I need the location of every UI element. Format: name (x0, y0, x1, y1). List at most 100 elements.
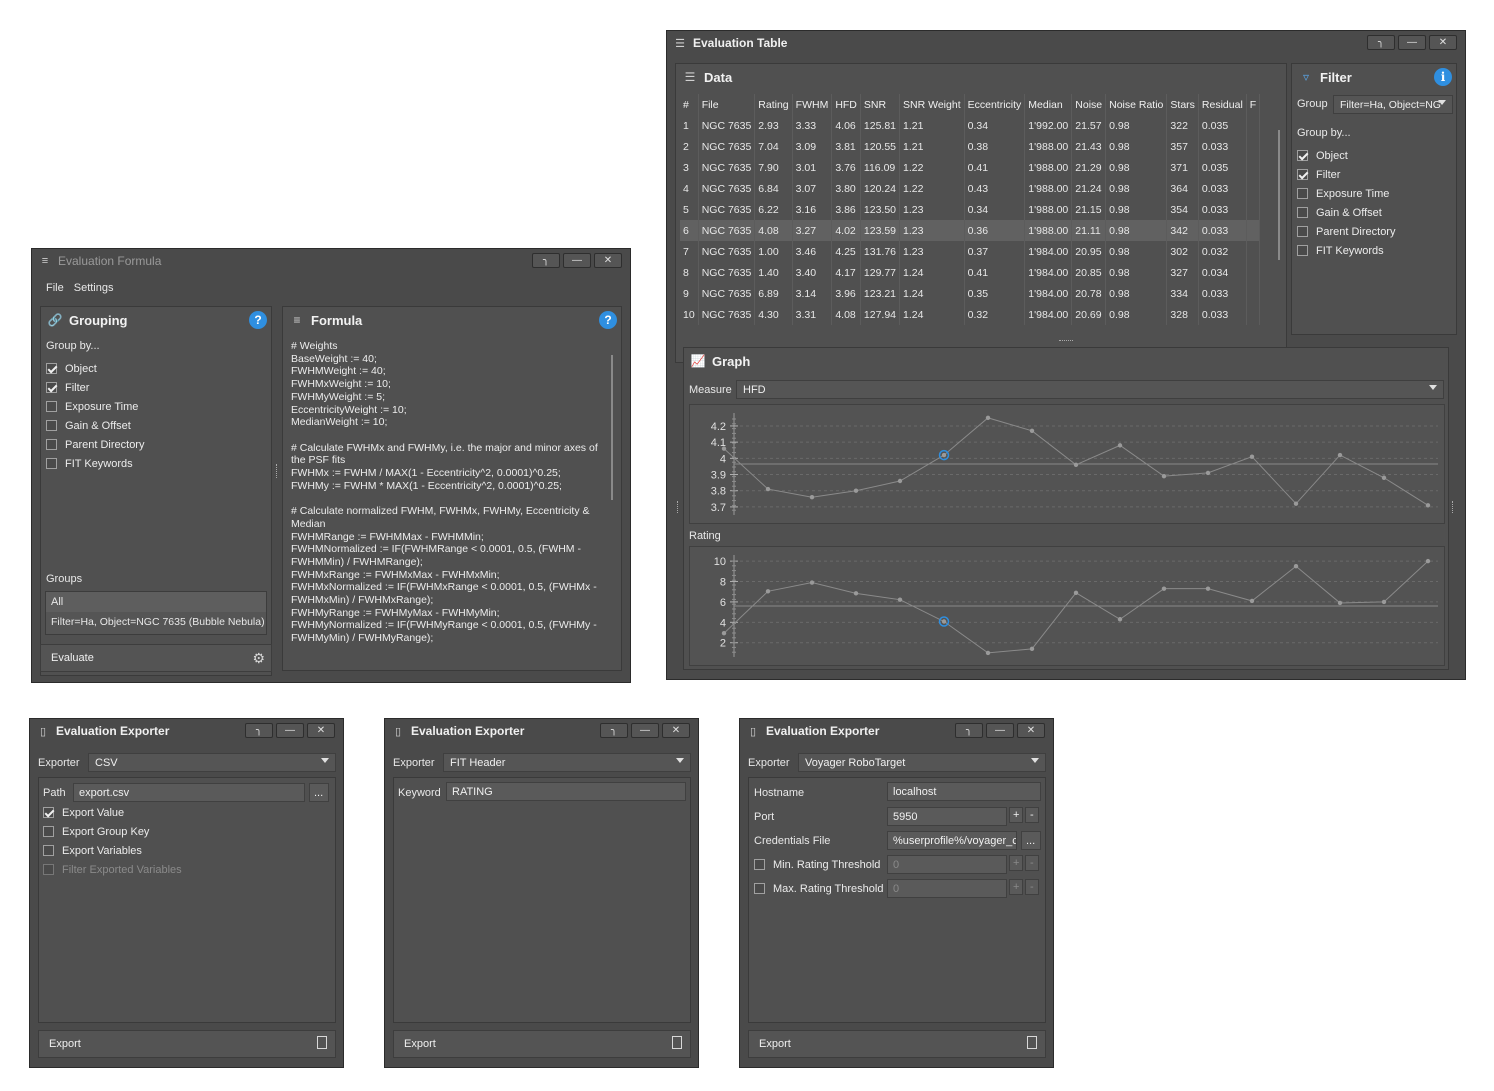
close-button[interactable]: ✕ (1429, 35, 1457, 50)
table-row[interactable]: 9 NGC 7635 6.89 3.14 3.96 123.21 1.24 0.35 1'984… (680, 283, 1261, 304)
table-row[interactable]: 8 NGC 7635 1.40 3.40 4.17 129.77 1.24 0.41 1'984… (680, 262, 1261, 283)
hfd-chart[interactable]: 3.73.83.944.14.2 (690, 405, 1444, 523)
browse-button[interactable]: ... (1021, 831, 1041, 850)
pin-button[interactable]: ╮ (955, 723, 983, 738)
rating-chart[interactable]: 2 4 6 8 10 (690, 547, 1444, 665)
column-header[interactable]: Eccentricity (964, 94, 1026, 115)
close-button[interactable]: ✕ (307, 723, 335, 738)
option-gain-offset[interactable]: Gain & Offset (46, 416, 144, 435)
exporter-select[interactable]: FIT Header (443, 753, 691, 772)
exporter-titlebar[interactable]: ▯ Evaluation Exporter ╮ — ✕ (740, 719, 1053, 743)
checkbox[interactable] (43, 845, 54, 856)
checkbox[interactable] (754, 859, 765, 870)
export-button[interactable]: Export (748, 1030, 1046, 1058)
checkbox[interactable] (43, 826, 54, 837)
option-filter[interactable]: Filter (1297, 165, 1395, 184)
exporter-titlebar[interactable]: ▯ Evaluation Exporter ╮ — ✕ (385, 719, 698, 743)
splitter-handle-left[interactable] (677, 501, 680, 513)
option-exposure-time[interactable]: Exposure Time (1297, 184, 1395, 203)
close-button[interactable]: ✕ (1017, 723, 1045, 738)
pin-button[interactable]: ╮ (532, 253, 560, 268)
option-object[interactable]: Object (46, 359, 144, 378)
checkbox[interactable] (1297, 226, 1308, 237)
table-row[interactable]: 1 NGC 7635 2.93 3.33 4.06 125.81 1.21 0.34 1'992… (680, 115, 1261, 136)
credentials-input[interactable]: %userprofile%/voyager_c (887, 831, 1017, 850)
table-row[interactable]: 2 NGC 7635 7.04 3.09 3.81 120.55 1.21 0.38 1'988… (680, 136, 1261, 157)
table-row[interactable]: 7 NGC 7635 1.00 3.46 4.25 131.76 1.23 0.37 1'984… (680, 241, 1261, 262)
minimize-button[interactable]: — (563, 253, 591, 268)
exporter-titlebar[interactable]: ▯ Evaluation Exporter ╮ — ✕ (30, 719, 343, 743)
checkbox[interactable] (1297, 169, 1308, 180)
checkbox[interactable] (46, 439, 57, 450)
option-filter[interactable]: Filter (46, 378, 144, 397)
option-gain-offset[interactable]: Gain & Offset (1297, 203, 1395, 222)
checkbox[interactable] (43, 807, 54, 818)
max-rating-input[interactable]: 0 (887, 879, 1007, 898)
max-increment-button[interactable]: + (1009, 879, 1023, 895)
option-export-value[interactable]: Export Value (43, 803, 182, 822)
option-exposure-time[interactable]: Exposure Time (46, 397, 144, 416)
option-parent-directory[interactable]: Parent Directory (46, 435, 144, 454)
hostname-input[interactable]: localhost (887, 782, 1041, 801)
min-rating-input[interactable]: 0 (887, 855, 1007, 874)
checkbox[interactable] (46, 382, 57, 393)
close-button[interactable]: ✕ (662, 723, 690, 738)
data-table-viewport[interactable]: # File Rating FWHM HFD SNR SNR Weight Eccentric… (680, 94, 1282, 356)
checkbox[interactable] (1297, 188, 1308, 199)
close-button[interactable]: ✕ (594, 253, 622, 268)
port-increment-button[interactable]: + (1009, 807, 1023, 823)
menu-file[interactable]: File (46, 282, 64, 294)
exporter-select[interactable]: CSV (88, 753, 336, 772)
column-header[interactable]: File (698, 94, 756, 115)
list-item[interactable]: Filter=Ha, Object=NGC 7635 (Bubble Nebul… (46, 612, 266, 632)
path-input[interactable]: export.csv (73, 783, 305, 802)
measure-select[interactable]: HFD (736, 380, 1444, 399)
info-icon[interactable]: i (1434, 68, 1452, 86)
column-header[interactable]: F (1246, 94, 1261, 115)
export-button[interactable]: Export (38, 1030, 336, 1058)
max-decrement-button[interactable]: - (1025, 879, 1039, 895)
table-row[interactable]: 10 NGC 7635 4.30 3.31 4.08 127.94 1.24 0.32 1'98… (680, 304, 1261, 325)
port-decrement-button[interactable]: - (1025, 807, 1039, 823)
checkbox[interactable] (46, 420, 57, 431)
help-icon[interactable]: ? (249, 311, 267, 329)
checkbox[interactable] (46, 458, 57, 469)
port-input[interactable]: 5950 (887, 807, 1007, 826)
minimize-button[interactable]: — (1398, 35, 1426, 50)
table-row[interactable]: 4 NGC 7635 6.84 3.07 3.80 120.24 1.22 0.43 1'988… (680, 178, 1261, 199)
min-rating-checkbox-row[interactable]: Min. Rating Threshold (754, 855, 880, 874)
exporter-select[interactable]: Voyager RoboTarget (798, 753, 1046, 772)
column-header[interactable]: # (680, 94, 699, 115)
checkbox[interactable] (46, 401, 57, 412)
option-export-group-key[interactable]: Export Group Key (43, 822, 182, 841)
help-icon[interactable]: ? (599, 311, 617, 329)
option-fit-keywords[interactable]: FIT Keywords (1297, 241, 1395, 260)
keyword-input[interactable]: RATING (446, 782, 686, 801)
minimize-button[interactable]: — (276, 723, 304, 738)
option-fit-keywords[interactable]: FIT Keywords (46, 454, 144, 473)
vertical-scrollbar[interactable] (1278, 130, 1280, 260)
browse-button[interactable]: ... (309, 783, 329, 802)
column-header[interactable]: Rating (754, 94, 793, 115)
column-header[interactable]: Residual (1198, 94, 1247, 115)
max-rating-checkbox-row[interactable]: Max. Rating Threshold (754, 879, 883, 898)
checkbox[interactable] (43, 864, 54, 875)
table-row[interactable]: 5 NGC 7635 6.22 3.16 3.86 123.50 1.23 0.34 1'988… (680, 199, 1261, 220)
table-titlebar[interactable]: ☰ Evaluation Table ╮ — ✕ (667, 31, 1465, 55)
splitter-handle[interactable] (276, 464, 279, 478)
column-header[interactable]: Noise (1071, 94, 1107, 115)
splitter-handle-right[interactable] (1452, 501, 1455, 513)
option-filter-exported-variables[interactable]: Filter Exported Variables (43, 860, 182, 879)
groups-list[interactable]: All Filter=Ha, Object=NGC 7635 (Bubble N… (45, 591, 267, 635)
column-header[interactable]: FWHM (792, 94, 833, 115)
column-header[interactable]: SNR (860, 94, 901, 115)
min-increment-button[interactable]: + (1009, 855, 1023, 871)
column-header[interactable]: Median (1024, 94, 1073, 115)
pin-button[interactable]: ╮ (245, 723, 273, 738)
column-header[interactable]: Noise Ratio (1105, 94, 1168, 115)
formula-titlebar[interactable]: ≡ Evaluation Formula ╮ — ✕ (32, 249, 630, 273)
column-header[interactable]: HFD (831, 94, 861, 115)
checkbox[interactable] (46, 363, 57, 374)
minimize-button[interactable]: — (986, 723, 1014, 738)
list-item[interactable]: All (46, 592, 266, 612)
